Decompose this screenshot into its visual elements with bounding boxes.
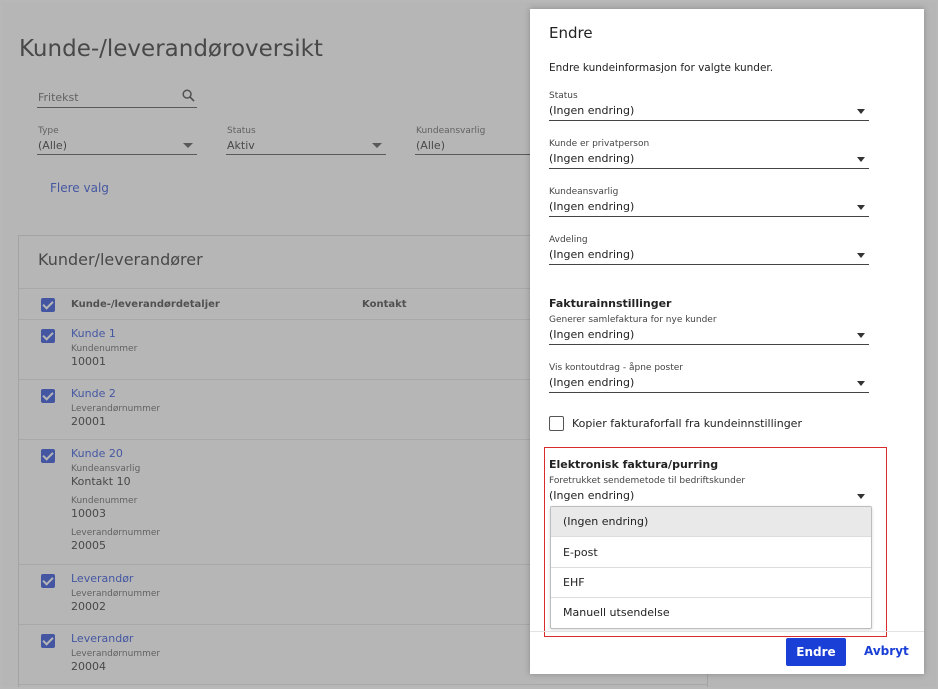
status-label: Status xyxy=(549,91,578,101)
avdeling-label: Avdeling xyxy=(549,235,588,245)
kopier-fakturaforfall-checkbox[interactable] xyxy=(549,416,564,431)
dialog-footer-divider xyxy=(530,631,924,632)
sendemetode-label: Foretrukket sendemetode til bedriftskund… xyxy=(549,476,746,486)
samlefaktura-select[interactable]: Generer samlefaktura for nye kunder (Ing… xyxy=(549,315,869,345)
sendemetode-value: (Ingen endring) xyxy=(549,489,635,502)
chevron-down-icon xyxy=(857,205,865,210)
chevron-down-icon xyxy=(857,253,865,258)
avbryt-button[interactable]: Avbryt xyxy=(864,644,909,658)
status-value: (Ingen endring) xyxy=(549,104,635,117)
option-label: EHF xyxy=(563,576,585,589)
privatperson-select[interactable]: Kunde er privatperson (Ingen endring) xyxy=(549,139,869,169)
kundeansvarlig-value: (Ingen endring) xyxy=(549,200,635,213)
samlefaktura-value: (Ingen endring) xyxy=(549,328,635,341)
kundeansvarlig-select[interactable]: Kundeansvarlig (Ingen endring) xyxy=(549,187,869,217)
chevron-down-icon xyxy=(857,109,865,114)
kontoutdrag-select[interactable]: Vis kontoutdrag - åpne poster (Ingen end… xyxy=(549,363,869,393)
kundeansvarlig-label: Kundeansvarlig xyxy=(549,187,619,197)
option-e-post[interactable]: E-post xyxy=(551,538,871,568)
chevron-down-icon xyxy=(857,381,865,386)
dialog-title: Endre xyxy=(549,24,593,42)
edit-dialog: Endre Endre kundeinformasjon for valgte … xyxy=(530,9,924,674)
avdeling-select[interactable]: Avdeling (Ingen endring) xyxy=(549,235,869,265)
kopier-fakturaforfall-label: Kopier fakturaforfall fra kundeinnstilli… xyxy=(572,417,802,430)
kontoutdrag-label: Vis kontoutdrag - åpne poster xyxy=(549,363,683,373)
status-select[interactable]: Status (Ingen endring) xyxy=(549,91,869,121)
option-ehf[interactable]: EHF xyxy=(551,568,871,598)
einvoice-heading: Elektronisk faktura/purring xyxy=(549,458,719,471)
sendemetode-select[interactable]: Foretrukket sendemetode til bedriftskund… xyxy=(549,476,869,503)
sendemetode-dropdown: (Ingen endring) E-post EHF Manuell utsen… xyxy=(550,506,872,629)
avdeling-value: (Ingen endring) xyxy=(549,248,635,261)
kontoutdrag-value: (Ingen endring) xyxy=(549,376,635,389)
chevron-down-icon xyxy=(857,333,865,338)
option-ingen-endring[interactable]: (Ingen endring) xyxy=(551,507,871,537)
dialog-intro: Endre kundeinformasjon for valgte kunder… xyxy=(549,62,774,74)
privatperson-label: Kunde er privatperson xyxy=(549,139,650,149)
option-label: E-post xyxy=(563,546,598,559)
option-manuell-utsendelse[interactable]: Manuell utsendelse xyxy=(551,598,871,628)
chevron-down-icon xyxy=(857,494,865,499)
option-label: (Ingen endring) xyxy=(563,515,649,528)
invoice-settings-heading: Fakturainnstillinger xyxy=(549,297,672,310)
samlefaktura-label: Generer samlefaktura for nye kunder xyxy=(549,315,717,325)
endre-button[interactable]: Endre xyxy=(786,638,846,666)
privatperson-value: (Ingen endring) xyxy=(549,152,635,165)
chevron-down-icon xyxy=(857,157,865,162)
option-label: Manuell utsendelse xyxy=(563,606,670,619)
